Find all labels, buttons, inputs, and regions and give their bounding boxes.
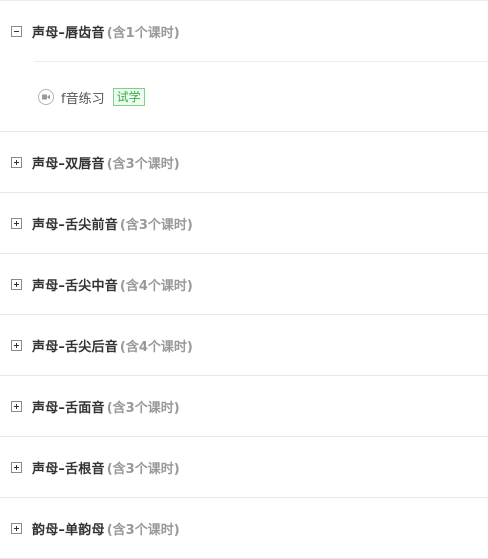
lesson-count: (含3个课时) — [106, 156, 180, 172]
lesson-count: (含3个课时) — [106, 461, 180, 477]
expand-icon[interactable] — [11, 217, 22, 229]
chapter-header[interactable]: 声母–舌根音 (含3个课时) — [0, 437, 488, 497]
lesson-count: (含1个课时) — [106, 25, 180, 41]
chapter-section: 声母–舌根音 (含3个课时) — [0, 437, 488, 498]
chapter-header[interactable]: 韵母–单韵母 (含3个课时) — [0, 498, 488, 558]
chapter-header[interactable]: 声母–唇齿音 (含1个课时) — [0, 1, 488, 61]
expand-icon[interactable] — [11, 156, 22, 168]
chapter-title: 声母–舌面音 — [32, 400, 105, 416]
lesson-count: (含4个课时) — [119, 339, 193, 355]
expand-icon[interactable] — [11, 522, 22, 534]
chapter-section: 声母–舌尖前音 (含3个课时) — [0, 193, 488, 254]
chapter-header[interactable]: 声母–舌尖后音 (含4个课时) — [0, 315, 488, 375]
lesson-count: (含3个课时) — [119, 217, 193, 233]
chapter-section: 声母–舌面音 (含3个课时) — [0, 376, 488, 437]
lesson-list: f音练习 试学 — [0, 61, 488, 132]
expand-icon[interactable] — [11, 400, 22, 412]
chapter-header[interactable]: 声母–舌尖前音 (含3个课时) — [0, 193, 488, 253]
video-icon — [38, 89, 54, 105]
expand-icon[interactable] — [11, 461, 22, 473]
chapter-header[interactable]: 声母–舌面音 (含3个课时) — [0, 376, 488, 436]
collapse-icon[interactable] — [11, 25, 22, 37]
chapter-section: 声母–舌尖后音 (含4个课时) — [0, 315, 488, 376]
chapter-section: 声母–唇齿音 (含1个课时) f音练习 试学 — [0, 1, 488, 132]
expand-icon[interactable] — [11, 278, 22, 290]
chapter-header[interactable]: 声母–舌尖中音 (含4个课时) — [0, 254, 488, 314]
expand-icon[interactable] — [11, 339, 22, 351]
chapter-title: 声母–舌根音 — [32, 461, 105, 477]
lesson-count: (含4个课时) — [119, 278, 193, 294]
chapter-title: 声母–唇齿音 — [32, 25, 105, 41]
lesson-title: f音练习 — [61, 91, 105, 107]
chapter-title: 声母–舌尖中音 — [32, 278, 118, 294]
chapter-section: 声母–双唇音 (含3个课时) — [0, 132, 488, 193]
lesson-count: (含3个课时) — [106, 400, 180, 416]
chapter-title: 声母–舌尖后音 — [32, 339, 118, 355]
chapter-section: 韵母–单韵母 (含3个课时) — [0, 498, 488, 559]
chapter-section: 声母–舌尖中音 (含4个课时) — [0, 254, 488, 315]
chapter-title: 韵母–单韵母 — [32, 522, 105, 538]
chapter-title: 声母–舌尖前音 — [32, 217, 118, 233]
lesson-item[interactable]: f音练习 试学 — [34, 62, 488, 132]
trial-badge[interactable]: 试学 — [112, 88, 145, 106]
chapter-header[interactable]: 声母–双唇音 (含3个课时) — [0, 132, 488, 192]
lesson-count: (含3个课时) — [106, 522, 180, 538]
chapter-title: 声母–双唇音 — [32, 156, 105, 172]
